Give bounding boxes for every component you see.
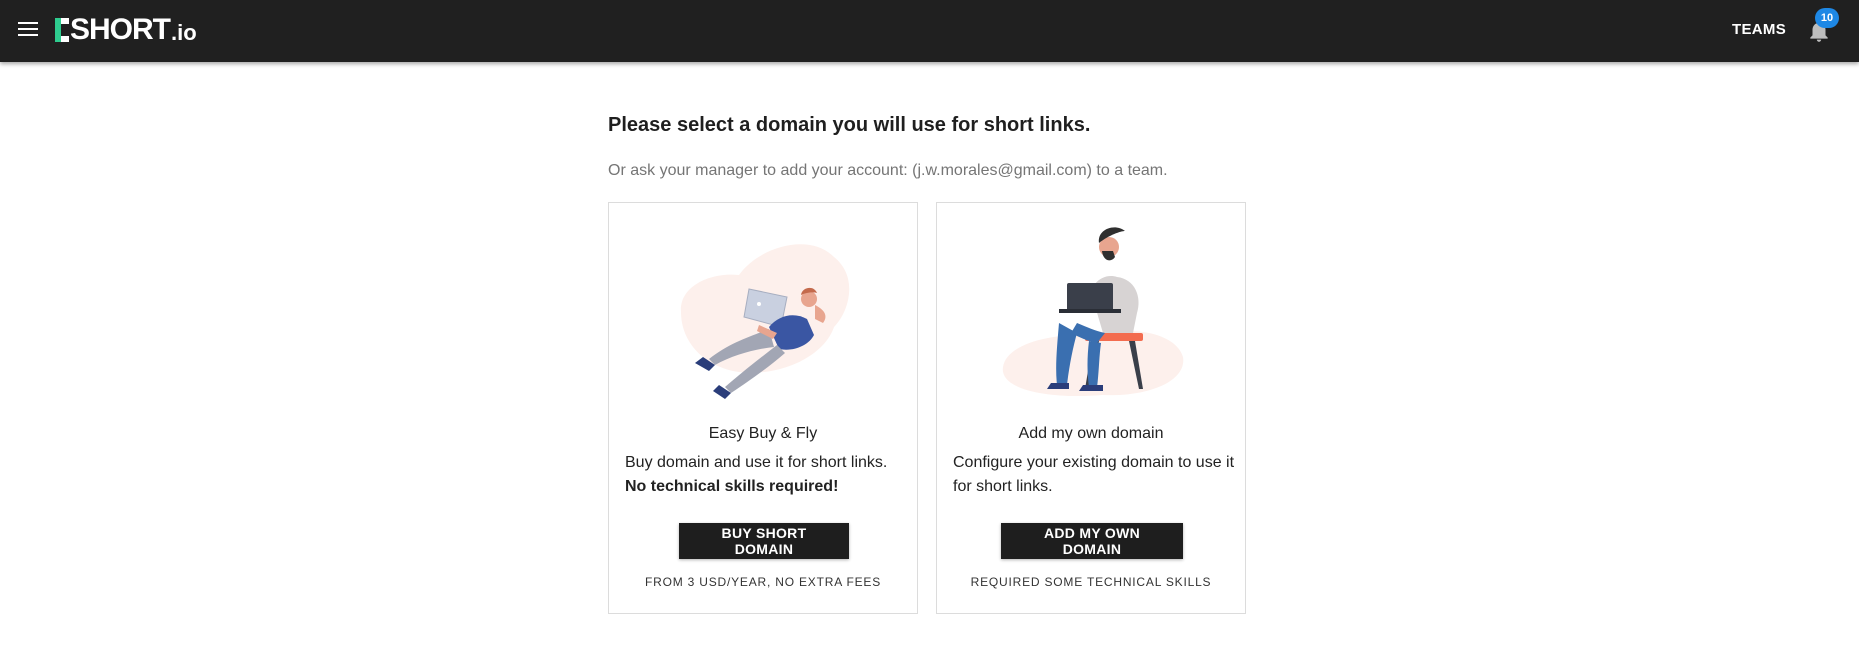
relaxing-person-illustration-icon — [680, 244, 850, 399]
page-title: Please select a domain you will use for … — [608, 114, 1091, 136]
logo-text: SHORT — [70, 13, 171, 46]
logo-suffix: .io — [171, 20, 197, 45]
own-card-note: REQUIRED SOME TECHNICAL SKILLS — [970, 575, 1212, 589]
top-navigation-bar: SHORT .io TEAMS 10 — [0, 0, 1859, 62]
buy-short-domain-button[interactable]: BUY SHORT DOMAIN — [679, 523, 849, 559]
logo-mark-icon — [55, 18, 69, 42]
page-subtitle: Or ask your manager to add your account:… — [608, 162, 1168, 179]
own-card-description: Configure your existing domain to use it… — [953, 454, 1235, 495]
add-my-own-domain-button[interactable]: ADD MY OWN DOMAIN — [1001, 523, 1183, 559]
short-io-logo[interactable]: SHORT .io — [55, 12, 197, 48]
notification-count-badge: 10 — [1815, 8, 1839, 28]
buy-card-emphasis: No technical skills required! — [625, 478, 839, 495]
teams-link[interactable]: TEAMS — [1732, 21, 1786, 38]
buy-card-note: FROM 3 USD/YEAR, NO EXTRA FEES — [644, 575, 882, 589]
buy-card-title: Easy Buy & Fly — [708, 425, 818, 442]
buy-domain-card: Easy Buy & Fly Buy domain and use it for… — [608, 202, 918, 614]
buy-card-description: Buy domain and use it for short links. N… — [625, 451, 905, 499]
own-domain-card: Add my own domain Configure your existin… — [936, 202, 1246, 614]
buy-card-description-text: Buy domain and use it for short links. — [625, 454, 888, 471]
own-card-title: Add my own domain — [1018, 425, 1164, 442]
menu-icon[interactable] — [18, 22, 38, 38]
working-person-illustration-icon — [1002, 227, 1184, 397]
